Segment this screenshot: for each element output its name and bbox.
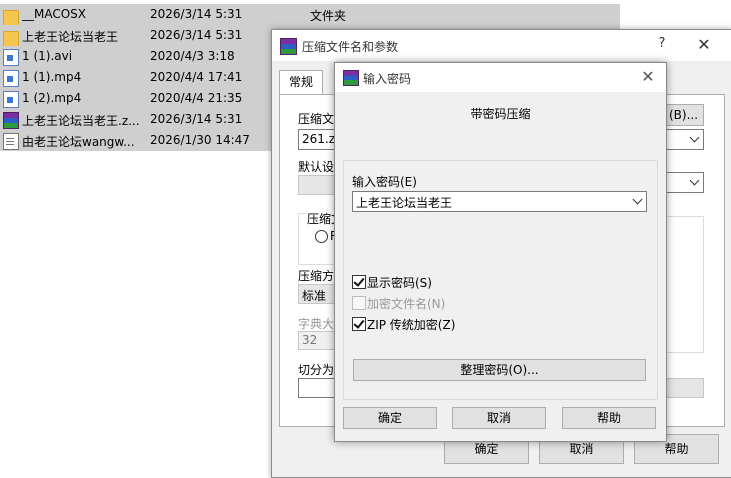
text-file-icon: [3, 133, 19, 150]
compression-method-label: 压缩方: [298, 269, 335, 283]
file-date: 2020/4/3 3:18: [150, 49, 235, 63]
file-name: 1 (1).mp4: [22, 70, 82, 84]
dialog-title: 输入密码: [363, 72, 412, 86]
dialog-heading: 带密码压缩: [470, 107, 531, 121]
compression-method-value: 标准: [302, 289, 327, 303]
checkbox-checked[interactable]: [352, 317, 366, 331]
chevron-down-icon: [691, 134, 699, 142]
split-volumes-label: 切分为: [298, 363, 335, 377]
archive-name-dropdown[interactable]: [662, 129, 704, 150]
cancel-button[interactable]: 取消: [452, 407, 546, 429]
chevron-down-icon[interactable]: [634, 196, 642, 204]
default-settings-label: 默认设: [298, 160, 335, 174]
list-item[interactable]: __MACOSX 2026/3/14 5:31 文件夹: [0, 4, 620, 27]
archive-options-group: [662, 216, 704, 353]
file-name: 由老王论坛wangw...: [22, 135, 135, 149]
video-file-icon: [3, 91, 19, 108]
close-icon[interactable]: ✕: [637, 67, 659, 87]
file-date: 2026/1/30 14:47: [150, 133, 250, 147]
file-name: 上老王论坛当老王.z...: [22, 114, 140, 128]
organize-passwords-button[interactable]: 整理密码(O)...: [353, 359, 646, 381]
dictionary-size-value: 32: [302, 333, 318, 347]
browse-button[interactable]: (B)...: [662, 104, 704, 126]
help-icon[interactable]: ?: [654, 36, 670, 54]
chevron-down-icon: [691, 177, 699, 185]
title-bar: 输入密码 ✕: [335, 63, 666, 92]
checkbox-unchecked[interactable]: [352, 296, 366, 310]
dictionary-size-label: 字典大: [298, 317, 335, 331]
browse-button-label: (B)...: [669, 108, 699, 122]
file-date: 2026/3/14 5:31: [150, 7, 243, 21]
file-name: 上老王论坛当老王: [22, 30, 119, 44]
winrar-icon: [280, 38, 297, 55]
password-value: 上老王论坛当老王: [356, 196, 453, 210]
file-date: 2026/3/14 5:31: [150, 112, 243, 126]
file-date: 2026/3/14 5:31: [150, 28, 243, 42]
set-password-button[interactable]: [662, 378, 704, 398]
dialog-title: 压缩文件名和参数: [302, 40, 399, 54]
file-date: 2020/4/4 21:35: [150, 91, 243, 105]
encrypt-filenames-label: 加密文件名(N): [367, 297, 446, 311]
format-radio[interactable]: [315, 230, 328, 243]
enter-password-dialog: 输入密码 ✕ 带密码压缩 输入密码(E) 上老王论坛当老王 显示密码(S) 加密…: [334, 62, 667, 442]
title-bar: 压缩文件名和参数 ? ✕: [272, 30, 731, 61]
video-file-icon: [3, 49, 19, 66]
password-label: 输入密码(E): [352, 175, 417, 189]
winrar-archive-icon: [3, 112, 19, 129]
password-input[interactable]: 上老王论坛当老王: [352, 191, 647, 212]
winrar-icon: [343, 70, 359, 86]
help-button[interactable]: 帮助: [562, 407, 656, 429]
close-icon[interactable]: ✕: [692, 35, 716, 55]
zip-legacy-encryption-label: ZIP 传统加密(Z): [367, 318, 456, 332]
file-name: 1 (2).mp4: [22, 91, 82, 105]
file-date: 2020/4/4 17:41: [150, 70, 243, 84]
archive-name-label: 压缩文: [298, 112, 335, 126]
file-name: 1 (1).avi: [22, 49, 73, 63]
file-type: 文件夹: [310, 9, 347, 23]
archive-name-value: 261.zip: [302, 132, 338, 146]
ok-button[interactable]: 确定: [343, 407, 437, 429]
video-file-icon: [3, 70, 19, 87]
checkbox-checked[interactable]: [352, 275, 366, 289]
show-password-label: 显示密码(S): [367, 276, 432, 290]
tab-general[interactable]: 常规: [279, 70, 323, 95]
file-name: __MACOSX: [22, 7, 87, 21]
update-mode-dropdown[interactable]: [662, 172, 704, 193]
